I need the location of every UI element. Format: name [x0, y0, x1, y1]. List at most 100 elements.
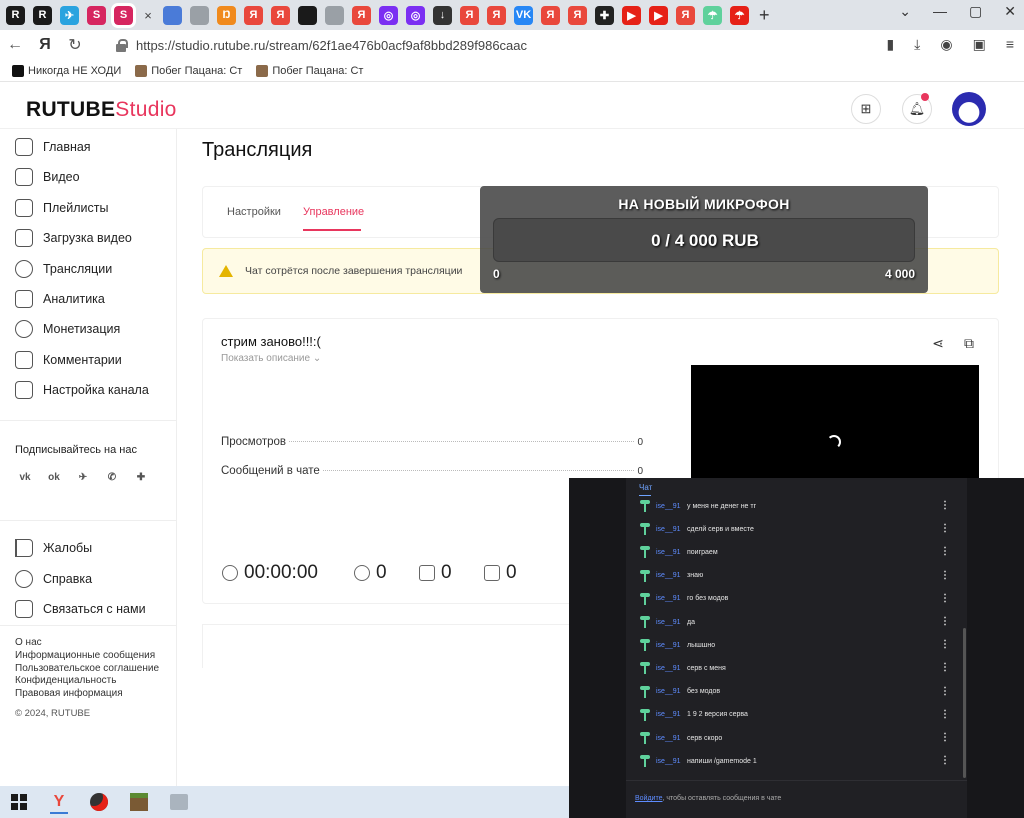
bookmark-icon[interactable]: ▮ — [886, 36, 894, 53]
chat-username[interactable]: ise__91 — [656, 526, 687, 533]
chat-username[interactable]: ise__91 — [656, 549, 687, 556]
extensions-icon[interactable]: ▣ — [973, 36, 986, 53]
vk-icon[interactable]: vk — [14, 466, 36, 488]
notifications-button[interactable]: 🔔︎ — [902, 93, 932, 124]
more-options-icon[interactable]: ⋮ — [940, 546, 950, 557]
browser-tab[interactable]: S — [111, 2, 136, 28]
taskbar-app[interactable] — [166, 790, 192, 814]
minimize-button[interactable]: — — [933, 3, 947, 20]
browser-tab[interactable]: R — [6, 5, 25, 25]
tab-settings[interactable]: Настройки — [227, 206, 281, 218]
menu-icon[interactable]: ≡ — [1006, 36, 1014, 53]
more-options-icon[interactable]: ⋮ — [940, 755, 950, 766]
taskbar-minecraft[interactable] — [126, 790, 152, 814]
rutube-studio-logo[interactable]: RUTUBEStudio — [26, 98, 177, 122]
chat-login-link[interactable]: Войдите — [635, 795, 663, 802]
ok-icon[interactable]: ok — [43, 466, 65, 488]
back-button[interactable]: ← — [0, 36, 30, 54]
close-window-button[interactable]: ✕ — [1004, 3, 1016, 20]
chat-username[interactable]: ise__91 — [656, 711, 687, 718]
footer-link[interactable]: Информационные сообщения — [15, 650, 155, 661]
sidebar-item-upload[interactable]: Загрузка видео — [15, 229, 132, 248]
browser-tab[interactable]: S — [87, 5, 106, 25]
start-button[interactable] — [6, 790, 32, 814]
taskbar-app[interactable] — [86, 790, 112, 814]
footer-link[interactable]: Правовая информация — [15, 688, 123, 699]
yandex-icon[interactable]: Я — [30, 36, 60, 54]
telegram-icon[interactable]: ✈ — [72, 466, 94, 488]
video-player[interactable] — [691, 365, 979, 479]
more-options-icon[interactable]: ⋮ — [940, 662, 950, 673]
footer-link[interactable]: Конфиденциальность — [15, 675, 116, 686]
download-icon[interactable]: ⤓ — [914, 36, 920, 53]
close-tab-icon[interactable]: × — [141, 8, 155, 23]
browser-tab[interactable]: ▶ — [622, 5, 641, 25]
chat-username[interactable]: ise__91 — [656, 595, 687, 602]
sidebar-item-complaints[interactable]: Жалобы — [15, 539, 92, 557]
chat-scrollbar[interactable] — [963, 628, 966, 778]
sidebar-item-video[interactable]: Видео — [15, 168, 80, 187]
bookmark-item[interactable]: Побег Пацана: Ст — [256, 64, 363, 77]
sidebar-item-playlists[interactable]: Плейлисты — [15, 198, 108, 217]
browser-tab[interactable]: ☂ — [730, 5, 749, 25]
more-options-icon[interactable]: ⋮ — [940, 523, 950, 534]
viber-icon[interactable]: ✆ — [101, 466, 123, 488]
sidebar-item-monetization[interactable]: Монетизация — [15, 320, 120, 339]
more-icon[interactable]: ✚ — [130, 466, 152, 488]
sidebar-item-channel-settings[interactable]: Настройка канала — [15, 381, 149, 400]
bookmark-item[interactable]: Побег Пацана: Ст — [135, 64, 242, 77]
browser-tab[interactable] — [163, 5, 182, 25]
chat-username[interactable]: ise__91 — [656, 735, 687, 742]
media-icon[interactable]: ◉ — [940, 36, 952, 53]
sidebar-item-analytics[interactable]: Аналитика — [15, 290, 105, 308]
browser-tab[interactable] — [298, 5, 317, 25]
open-external-icon[interactable]: ⧉ — [961, 335, 977, 352]
url-bar[interactable]: https://studio.rutube.ru/stream/62f1ae47… — [108, 33, 878, 57]
browser-tab[interactable] — [190, 5, 209, 25]
browser-tab[interactable]: VK — [514, 5, 533, 25]
browser-tab[interactable]: Я — [460, 5, 479, 25]
more-options-icon[interactable]: ⋮ — [940, 570, 950, 581]
sidebar-item-contact[interactable]: Связаться с нами — [15, 600, 146, 618]
show-description-toggle[interactable]: Показать описание ⌄ — [221, 353, 321, 364]
url-text[interactable]: https://studio.rutube.ru/stream/62f1ae47… — [136, 38, 527, 53]
more-options-icon[interactable]: ⋮ — [940, 593, 950, 604]
browser-tab[interactable]: Я — [487, 5, 506, 25]
browser-tab[interactable]: Я — [568, 5, 587, 25]
browser-tab[interactable]: ▶ — [649, 5, 668, 25]
sidebar-item-comments[interactable]: Комментарии — [15, 350, 122, 369]
avatar[interactable] — [952, 92, 986, 126]
taskbar-yandex-browser[interactable]: Y — [46, 790, 72, 814]
chat-username[interactable]: ise__91 — [656, 758, 687, 765]
browser-tab[interactable]: Я — [271, 5, 290, 25]
sidebar-item-home[interactable]: Главная — [15, 138, 91, 156]
upload-button[interactable]: ⊞ — [851, 94, 881, 124]
more-options-icon[interactable]: ⋮ — [940, 732, 950, 743]
browser-tab[interactable]: Я — [352, 5, 371, 25]
more-options-icon[interactable]: ⋮ — [940, 709, 950, 720]
browser-tab[interactable]: ✚ — [595, 5, 614, 25]
chat-username[interactable]: ise__91 — [656, 572, 687, 579]
browser-tab[interactable]: ☂ — [703, 5, 722, 25]
sidebar-item-help[interactable]: Справка — [15, 569, 92, 588]
new-tab-button[interactable]: + — [759, 5, 770, 26]
browser-tab[interactable]: Я — [541, 5, 560, 25]
footer-link[interactable]: Пользовательское соглашение — [15, 663, 159, 674]
chat-username[interactable]: ise__91 — [656, 688, 687, 695]
browser-tab[interactable]: Я — [244, 5, 263, 25]
more-options-icon[interactable]: ⋮ — [940, 500, 950, 511]
browser-tab[interactable]: ✈ — [60, 5, 79, 25]
chat-username[interactable]: ise__91 — [656, 619, 687, 626]
browser-tab[interactable]: ◎ — [406, 5, 425, 25]
browser-tab[interactable]: Я — [676, 5, 695, 25]
sidebar-item-streams[interactable]: Трансляции — [15, 259, 112, 278]
more-options-icon[interactable]: ⋮ — [940, 616, 950, 627]
browser-tab[interactable] — [325, 5, 344, 25]
browser-tab[interactable]: ◎ — [379, 5, 398, 25]
browser-tab[interactable]: R — [33, 5, 52, 25]
tab-management[interactable]: Управление — [303, 206, 364, 218]
reload-button[interactable]: ↻ — [60, 35, 90, 55]
tab-search-icon[interactable]: ⌄ — [899, 3, 911, 20]
share-icon[interactable]: ⋖ — [930, 335, 946, 352]
browser-tab[interactable]: ↓ — [433, 5, 452, 25]
